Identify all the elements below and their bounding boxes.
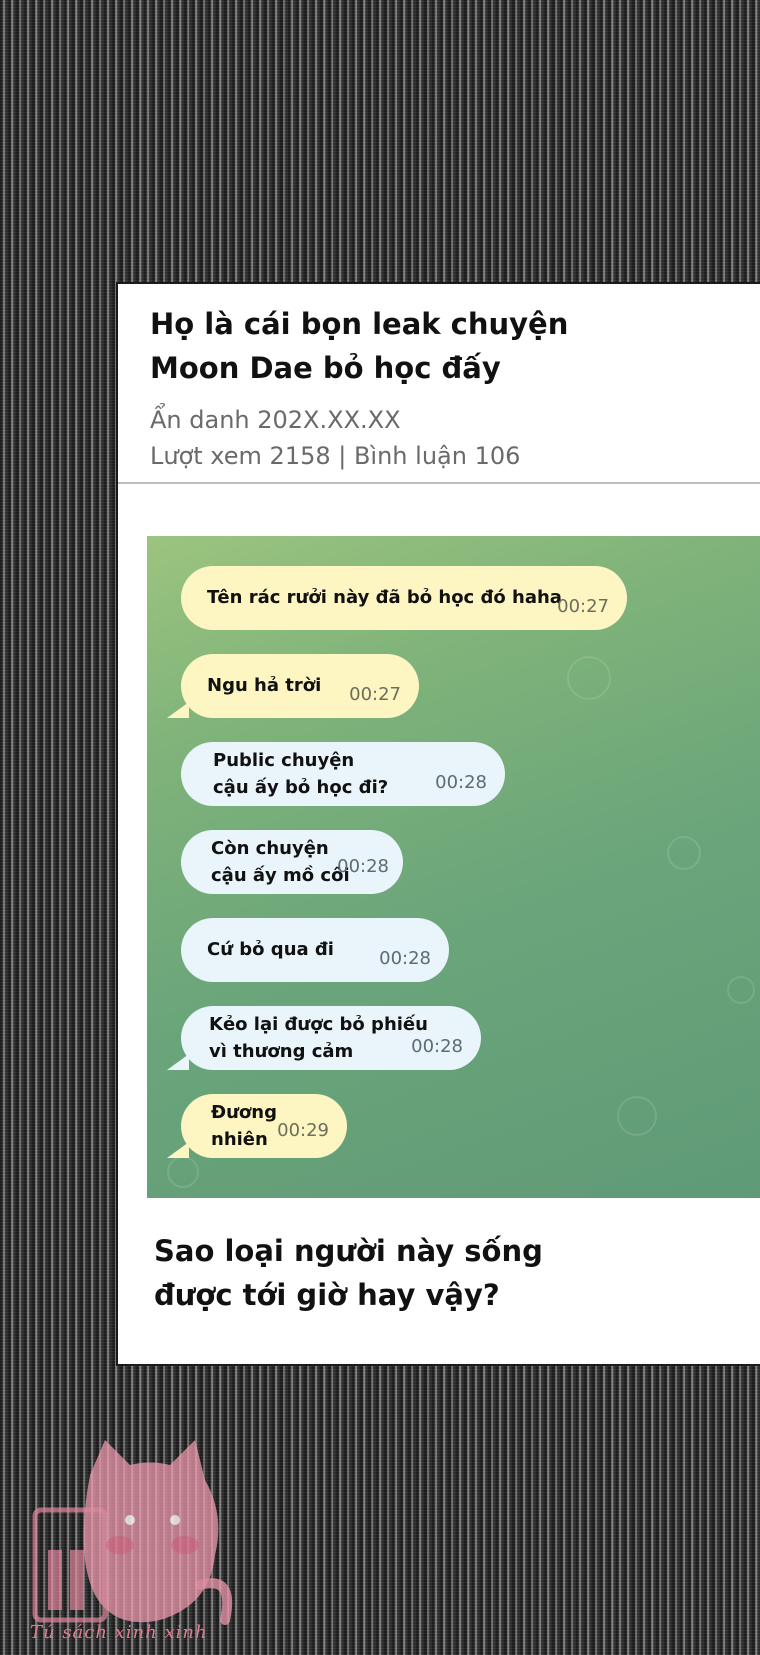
chat-bubble: Đương nhiên 00:29 <box>167 1094 347 1158</box>
post-title: Họ là cái bọn leak chuyện Moon Dae bỏ họ… <box>150 302 742 390</box>
chat-message-text: Còn chuyện cậu ấy mồ côi <box>211 838 350 886</box>
post-author-date: Ẩn danh 202X.XX.XX <box>150 406 401 434</box>
doodle-circle <box>617 1096 657 1136</box>
post-title-line-1: Họ là cái bọn leak chuyện <box>150 307 569 341</box>
bubble-tail <box>167 702 189 718</box>
post-stats: Lượt xem 2158 | Bình luận 106 <box>150 442 521 470</box>
chat-bubble: Ngu hả trời 00:27 <box>167 654 419 718</box>
doodle-circle <box>727 976 755 1004</box>
watermark-text: Tú sách xinh xinh <box>30 1622 208 1643</box>
post-header: Họ là cái bọn leak chuyện Moon Dae bỏ họ… <box>118 284 760 484</box>
chat-bubble: Tên rác rưởi này đã bỏ học đó haha 00:27 <box>181 566 627 630</box>
chat-timestamp: 00:27 <box>557 596 609 617</box>
chat-timestamp: 00:28 <box>411 1036 463 1057</box>
chat-message-text: Tên rác rưởi này đã bỏ học đó haha <box>207 587 562 608</box>
chat-message-text: Ngu hả trời <box>207 675 322 696</box>
post-footer-text: Sao loại người này sống được tới giờ hay… <box>154 1229 543 1317</box>
pink-cat-logo-icon <box>32 1440 233 1625</box>
chat-screenshot: Tên rác rưởi này đã bỏ học đó haha 00:27… <box>147 536 760 1198</box>
doodle-circle <box>567 656 611 700</box>
chat-message-text: Kẻo lại được bỏ phiếu vì thương cảm <box>209 1014 428 1062</box>
post-footer-line-1: Sao loại người này sống <box>154 1234 543 1268</box>
post-title-line-2: Moon Dae bỏ học đấy <box>150 351 501 385</box>
bubble-tail <box>167 1054 189 1070</box>
bubble-tail <box>167 1142 189 1158</box>
chat-timestamp: 00:28 <box>379 948 431 969</box>
chat-message-text: Cứ bỏ qua đi <box>207 939 334 960</box>
chat-bubble: Cứ bỏ qua đi 00:28 <box>181 918 449 982</box>
forum-post-card: Họ là cái bọn leak chuyện Moon Dae bỏ họ… <box>116 282 760 1366</box>
chat-timestamp: 00:28 <box>337 856 389 877</box>
chat-bubble: Kẻo lại được bỏ phiếu vì thương cảm 00:2… <box>167 1006 481 1070</box>
chat-bubble: Còn chuyện cậu ấy mồ côi 00:28 <box>181 830 403 894</box>
chat-message-text: Đương nhiên <box>211 1102 277 1150</box>
chat-timestamp: 00:28 <box>435 772 487 793</box>
chat-message-text: Public chuyện cậu ấy bỏ học đi? <box>213 750 389 798</box>
post-footer-line-2: được tới giờ hay vậy? <box>154 1278 500 1312</box>
doodle-circle <box>667 836 701 870</box>
doodle-circle <box>167 1156 199 1188</box>
post-meta: Ẩn danh 202X.XX.XX Lượt xem 2158 | Bình … <box>150 402 742 474</box>
chat-timestamp: 00:29 <box>277 1120 329 1141</box>
chat-bubble: Public chuyện cậu ấy bỏ học đi? 00:28 <box>181 742 505 806</box>
chat-timestamp: 00:27 <box>349 684 401 705</box>
